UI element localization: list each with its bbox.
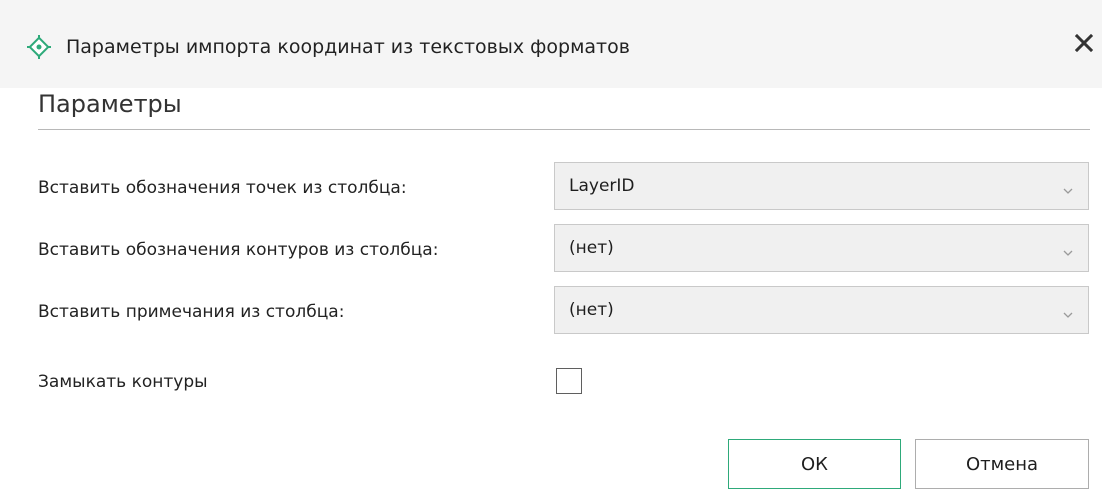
section-divider: [38, 129, 1090, 130]
close-contours-checkbox[interactable]: [556, 368, 582, 394]
notes-column-label: Вставить примечания из столбца:: [38, 302, 345, 322]
contours-column-select[interactable]: (нет): [554, 224, 1089, 272]
title-bar: Параметры импорта координат из текстовых…: [0, 0, 1102, 88]
points-column-label: Вставить обозначения точек из столбца:: [38, 178, 407, 198]
close-icon: [1074, 33, 1094, 56]
notes-column-value: (нет): [569, 300, 614, 320]
chevron-down-icon: [1062, 305, 1074, 318]
points-column-value: LayerID: [569, 176, 635, 196]
contours-column-value: (нет): [569, 238, 614, 258]
crosshair-point-icon: [26, 34, 52, 60]
import-coordinates-dialog: Параметры импорта координат из текстовых…: [0, 0, 1102, 503]
contours-column-label: Вставить обозначения контуров из столбца…: [38, 240, 439, 260]
dialog-title: Параметры импорта координат из текстовых…: [66, 36, 630, 58]
chevron-down-icon: [1062, 243, 1074, 256]
close-button[interactable]: [1072, 33, 1096, 57]
close-contours-label: Замыкать контуры: [38, 372, 208, 392]
notes-column-select[interactable]: (нет): [554, 286, 1089, 334]
section-title: Параметры: [38, 90, 182, 118]
cancel-button[interactable]: Отмена: [915, 439, 1089, 489]
ok-button[interactable]: ОК: [728, 439, 901, 489]
chevron-down-icon: [1062, 181, 1074, 194]
points-column-select[interactable]: LayerID: [554, 162, 1089, 210]
